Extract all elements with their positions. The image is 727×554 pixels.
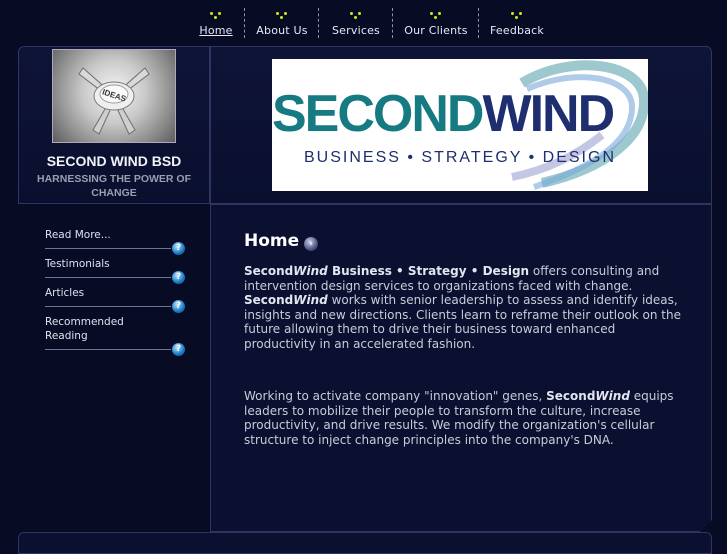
brand-second: SECOND: [272, 85, 484, 143]
sidebar-item-label: Testimonials: [45, 258, 110, 270]
brand-wind: Wind: [293, 293, 328, 308]
content-panel: Home › SecondWind Business • Strategy • …: [210, 204, 712, 532]
banner-panel: SECONDWIND BUSINESS • STRATEGY • DESIGN: [210, 46, 712, 204]
brand-subtitle: BUSINESS • STRATEGY • DESIGN: [304, 149, 616, 166]
brand-services: Business • Strategy • Design: [327, 264, 530, 278]
question-bullet-icon: ?: [172, 343, 185, 356]
nav-about-us[interactable]: About Us: [246, 6, 318, 40]
sidebar-item-testimonials[interactable]: Testimonials ?: [45, 257, 185, 285]
logo-panel: IDEAS SECOND WIND BSD HARNESSING THE POW…: [18, 46, 210, 204]
page-title: Home ›: [244, 231, 319, 251]
top-nav: Home About Us Services Our Clients Feedb…: [188, 6, 554, 40]
nav-home-label: Home: [199, 24, 233, 37]
brand-wind: Wind: [595, 389, 630, 403]
nav-our-clients[interactable]: Our Clients: [394, 6, 478, 40]
nav-about-us-label: About Us: [256, 24, 308, 37]
dots-icon: [430, 12, 442, 20]
intro-paragraph: SecondWind Business • Strategy • Design …: [244, 264, 684, 352]
dots-icon: [350, 12, 362, 20]
sidebar-item-label: Articles: [45, 287, 85, 299]
question-bullet-icon: ?: [172, 300, 185, 313]
brand-second: Second: [546, 389, 596, 403]
sidebar-item-articles[interactable]: Articles ?: [45, 286, 185, 314]
nav-feedback[interactable]: Feedback: [480, 6, 554, 40]
brand-second: Second: [244, 264, 294, 278]
question-bullet-icon: ?: [172, 242, 185, 255]
brand-banner: SECONDWIND BUSINESS • STRATEGY • DESIGN: [272, 59, 648, 191]
nav-services[interactable]: Services: [320, 6, 392, 40]
brand-wind: Wind: [293, 264, 328, 278]
brand-second: Second: [244, 293, 294, 308]
question-bullet-icon: ?: [172, 271, 185, 284]
site-tagline: HARNESSING THE POWER OF CHANGE: [36, 173, 191, 199]
site-title: SECOND WIND BSD: [46, 153, 182, 169]
sidebar-nav: Read More... ? Testimonials ? Articles ?…: [45, 228, 185, 357]
dots-icon: [276, 12, 288, 20]
page-title-text: Home: [244, 231, 300, 251]
sidebar-item-label: Read More...: [45, 229, 111, 241]
nav-feedback-label: Feedback: [490, 24, 544, 37]
sidebar-item-read-more[interactable]: Read More... ?: [45, 228, 185, 256]
faucet-handle-icon: IDEAS: [78, 67, 150, 135]
mission-paragraph: Working to activate company "innovation"…: [244, 389, 684, 447]
dots-icon: [210, 12, 222, 20]
nav-our-clients-label: Our Clients: [404, 24, 468, 37]
nav-home[interactable]: Home: [188, 6, 244, 40]
brand-wind: WIND: [482, 85, 615, 143]
nav-services-label: Services: [332, 24, 380, 37]
ideas-faucet-image: IDEAS: [52, 49, 176, 143]
sidebar-item-recommended-reading[interactable]: Recommended Reading ?: [45, 315, 185, 357]
sidebar: Read More... ? Testimonials ? Articles ?…: [18, 204, 208, 526]
arrow-circle-icon: ›: [304, 236, 319, 251]
sidebar-item-label: Recommended Reading: [45, 316, 124, 342]
footer-panel: [18, 532, 712, 554]
mission-text: Working to activate company "innovation"…: [244, 389, 547, 403]
brand-wordmark: SECONDWIND: [272, 87, 648, 141]
dots-icon: [511, 12, 523, 20]
